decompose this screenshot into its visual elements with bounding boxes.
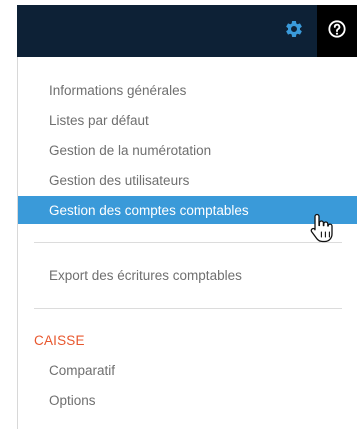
menu-item-gestion-numerotation[interactable]: Gestion de la numérotation xyxy=(18,136,357,164)
menu-divider xyxy=(34,308,342,309)
hand-pointer-icon xyxy=(309,212,335,244)
menu-item-listes-par-defaut[interactable]: Listes par défaut xyxy=(18,106,357,134)
help-button[interactable] xyxy=(317,5,357,57)
menu-item-comparatif[interactable]: Comparatif xyxy=(18,356,357,384)
menu-item-export-ecritures[interactable]: Export des écritures comptables xyxy=(18,261,357,289)
question-circle-icon xyxy=(327,19,347,44)
settings-dropdown-menu: Informations générales Listes par défaut… xyxy=(17,57,357,429)
section-title-caisse: CAISSE xyxy=(34,333,85,348)
settings-button[interactable] xyxy=(273,5,315,57)
menu-item-gestion-comptes-comptables[interactable]: Gestion des comptes comptables xyxy=(18,196,357,224)
menu-divider xyxy=(34,242,342,243)
menu-item-options[interactable]: Options xyxy=(18,386,357,414)
menu-item-informations-generales[interactable]: Informations générales xyxy=(18,76,357,104)
top-bar xyxy=(17,5,357,57)
gear-icon xyxy=(284,19,304,44)
menu-item-gestion-utilisateurs[interactable]: Gestion des utilisateurs xyxy=(18,166,357,194)
